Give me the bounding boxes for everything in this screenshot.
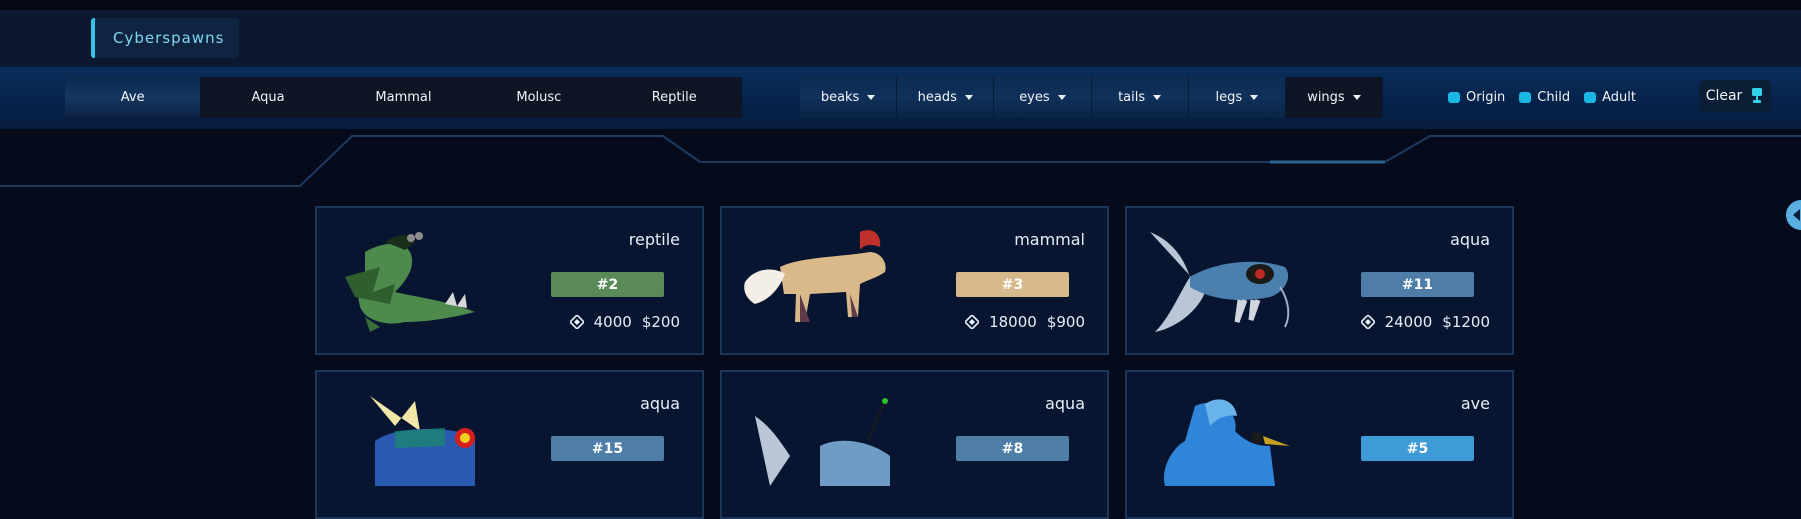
caret-down-icon: [1352, 95, 1361, 100]
price: 18000 $900: [965, 313, 1085, 331]
token-amount: 24000: [1384, 313, 1433, 331]
dropdown-legs[interactable]: legs: [1188, 77, 1286, 118]
caret-down-icon: [964, 95, 973, 100]
class-tab-reptile[interactable]: Reptile: [607, 77, 742, 118]
caret-down-icon: [1250, 95, 1259, 100]
creature-id-badge: #11: [1361, 272, 1474, 297]
class-tab-mammal[interactable]: Mammal: [336, 77, 471, 118]
creature-class: aqua: [1450, 230, 1490, 249]
class-tabs: Ave Aqua Mammal Molusc Reptile: [65, 77, 742, 118]
stage-filters: Origin Child Adult: [1448, 77, 1636, 118]
clear-button[interactable]: Clear: [1699, 80, 1771, 112]
class-tab-molusc[interactable]: Molusc: [471, 77, 606, 118]
decorative-frame-lines: [0, 135, 1801, 187]
stage-checkbox-adult[interactable]: Adult: [1584, 90, 1636, 105]
spawn-card[interactable]: aqua #15: [315, 370, 704, 519]
dropdown-eyes[interactable]: eyes: [994, 77, 1092, 118]
filter-toolbar: Ave Aqua Mammal Molusc Reptile beaks hea…: [0, 67, 1801, 129]
scroll-top-button[interactable]: [1786, 200, 1801, 230]
stage-checkbox-origin[interactable]: Origin: [1448, 90, 1505, 105]
dropdown-label: legs: [1215, 90, 1243, 105]
caret-down-icon: [867, 95, 876, 100]
usd-amount: $1200: [1442, 313, 1490, 331]
spawn-card[interactable]: mammal #3 18000 $900: [720, 206, 1109, 355]
dropdown-heads[interactable]: heads: [897, 77, 995, 118]
price: 24000 $1200: [1360, 313, 1490, 331]
checkbox-icon[interactable]: [1448, 92, 1460, 103]
dropdown-label: eyes: [1019, 90, 1050, 105]
usd-amount: $900: [1046, 313, 1085, 331]
stage-label: Origin: [1466, 90, 1506, 105]
class-tab-ave[interactable]: Ave: [65, 77, 201, 118]
spawn-card[interactable]: reptile #2 4000 $200: [315, 206, 704, 355]
spawn-card[interactable]: aqua #11 24000 $1200: [1125, 206, 1514, 355]
dropdown-label: beaks: [820, 90, 860, 105]
aqua-creature-image: [1150, 232, 1290, 332]
creature-id-badge: #8: [956, 436, 1069, 461]
token-icon: [965, 315, 980, 329]
dropdown-tails[interactable]: tails: [1091, 77, 1189, 118]
checkbox-icon[interactable]: [1519, 92, 1532, 103]
usd-amount: $200: [641, 313, 680, 331]
checkbox-icon[interactable]: [1584, 92, 1597, 103]
caret-down-icon: [1057, 95, 1066, 100]
stage-label: Child: [1537, 90, 1571, 105]
token-amount: 18000: [989, 313, 1037, 331]
stage-checkbox-child[interactable]: Child: [1519, 90, 1570, 105]
caret-down-icon: [1153, 95, 1162, 100]
token-icon: [1360, 315, 1375, 329]
mammal-creature-image: [744, 230, 886, 322]
class-tab-aqua[interactable]: Aqua: [200, 77, 335, 118]
creature-class: mammal: [1014, 230, 1085, 249]
price: 4000 $200: [569, 313, 680, 331]
part-dropdowns: beaks heads eyes tails legs wings: [800, 77, 1384, 118]
creature-id-badge: #5: [1361, 436, 1474, 461]
broom-icon: [1752, 88, 1763, 103]
creature-class: aqua: [1045, 394, 1085, 413]
spawn-card[interactable]: aqua #8: [720, 370, 1109, 519]
aqua-creature-image: [370, 396, 475, 486]
spawn-card[interactable]: ave #5: [1125, 370, 1514, 519]
creature-id-badge: #3: [956, 272, 1069, 297]
stage-label: Adult: [1602, 90, 1636, 105]
clear-label: Clear: [1705, 88, 1743, 104]
dropdown-label: heads: [917, 90, 957, 105]
token-amount: 4000: [593, 313, 632, 331]
dropdown-label: wings: [1307, 90, 1345, 105]
dropdown-wings[interactable]: wings: [1285, 77, 1384, 118]
dropdown-label: tails: [1118, 90, 1146, 105]
creature-class: ave: [1460, 394, 1490, 413]
aqua-creature-image: [755, 398, 890, 486]
creature-id-badge: #15: [551, 436, 664, 461]
top-strip: [0, 0, 1801, 10]
creature-class: reptile: [628, 230, 680, 249]
reptile-creature-image: [345, 232, 475, 332]
creature-class: aqua: [640, 394, 680, 413]
header: Cyberspawns: [0, 10, 1801, 67]
ave-creature-image: [1164, 399, 1290, 486]
dropdown-beaks[interactable]: beaks: [800, 77, 898, 118]
token-icon: [569, 315, 584, 329]
brand-logo[interactable]: Cyberspawns: [91, 18, 240, 58]
creature-id-badge: #2: [551, 272, 664, 297]
